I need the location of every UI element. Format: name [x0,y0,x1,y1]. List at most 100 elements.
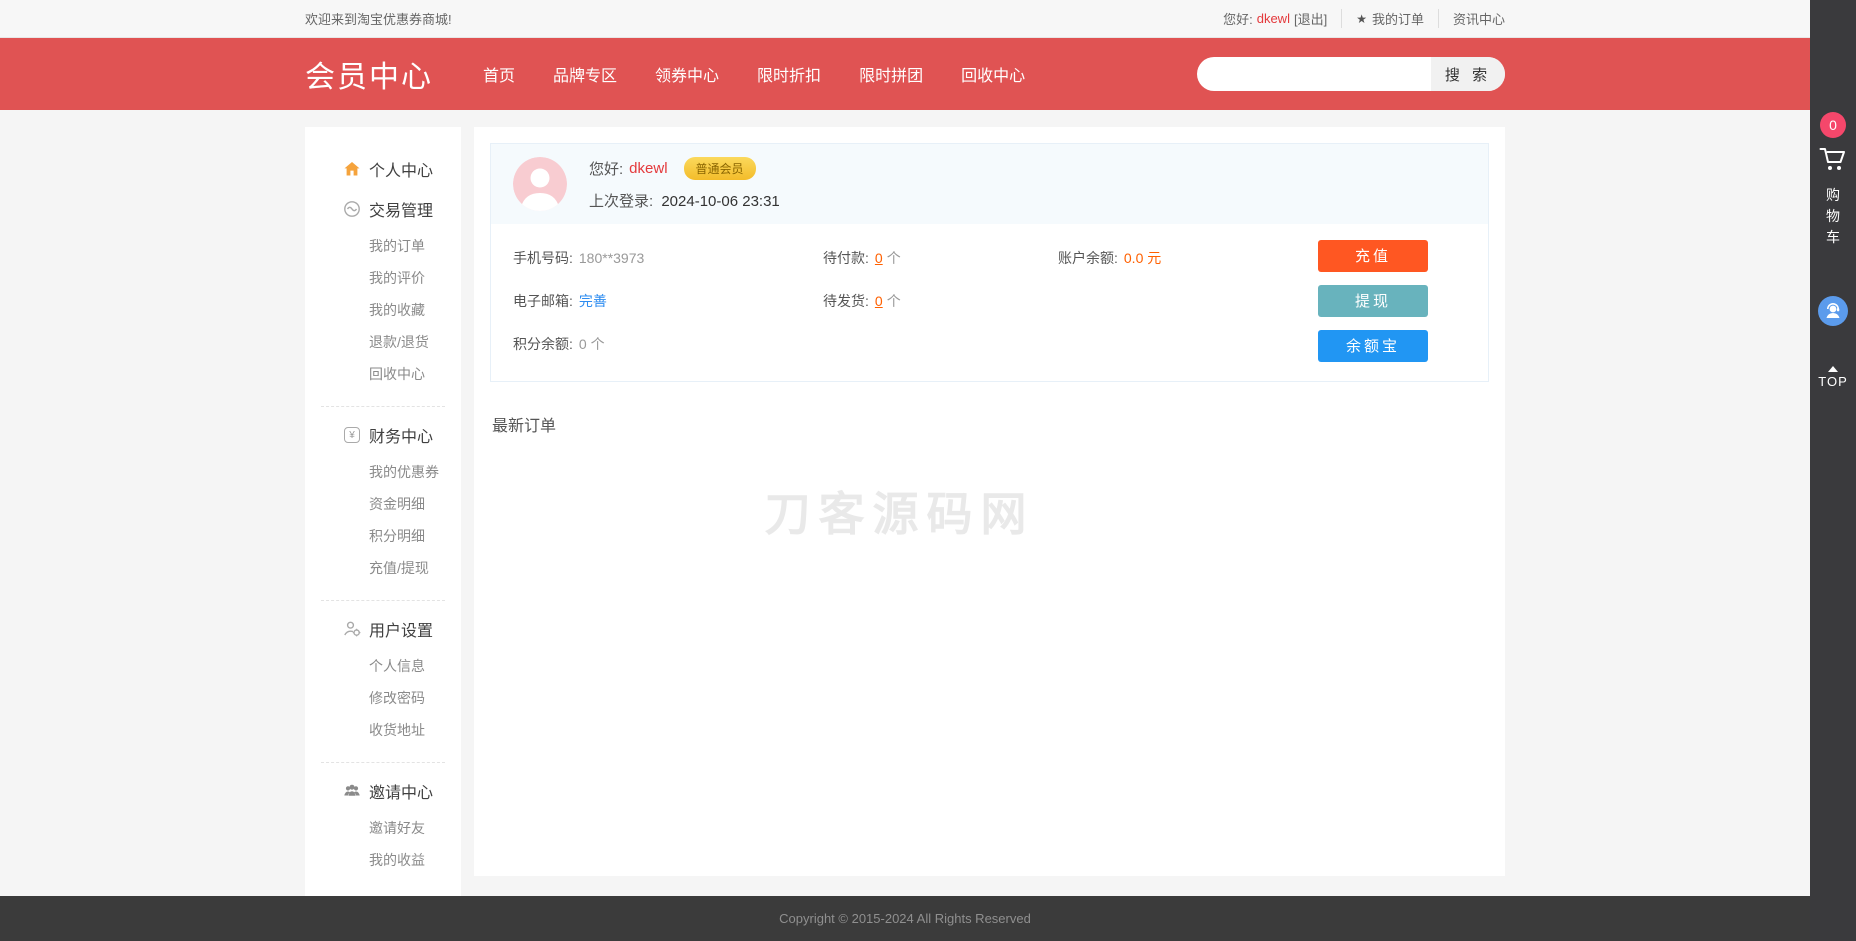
sidebar-item-change-password[interactable]: 修改密码 [305,685,461,712]
sidebar-section-user-settings[interactable]: 用户设置 [305,617,461,641]
email-cell: 电子邮箱: 完善 [513,279,823,322]
sidebar-item-fund-details[interactable]: 资金明细 [305,491,461,518]
points-cell: 积分余额: 0 个 [513,322,823,365]
greeting-block: 您好: dkewl [退出] [1209,9,1341,28]
sidebar-list-trade: 我的订单 我的评价 我的收藏 退款/退货 回收中心 [305,233,461,388]
empty-cell [1058,322,1318,365]
back-to-top-label: TOP [1818,374,1848,389]
email-complete-link[interactable]: 完善 [579,291,607,311]
user-settings-icon [343,620,361,638]
my-orders-label: 我的订单 [1372,9,1424,28]
sidebar-section-finance[interactable]: ¥ 财务中心 [305,423,461,447]
sidebar-item-recycle-center[interactable]: 回收中心 [305,361,461,388]
withdraw-button[interactable]: 提现 [1318,285,1428,317]
page-watermark: 刀客源码网 [490,478,1489,544]
points-label: 积分余额: [513,334,573,354]
user-banner: 您好: dkewl 普通会员 上次登录: 2024-10-06 23:31 [491,144,1488,224]
trade-icon [343,200,361,218]
avatar[interactable] [513,157,567,211]
phone-value: 180**3973 [579,250,644,266]
sidebar: 个人中心 交易管理 我的订单 我的评价 我的收藏 退款/退货 回收中心 ¥ [305,127,461,899]
search-bar: 搜 索 [1197,57,1505,91]
sidebar-item-my-earnings[interactable]: 我的收益 [305,847,461,874]
banner-greeting-prefix: 您好: [589,158,623,179]
logout-link[interactable]: [退出] [1294,9,1327,28]
sidebar-item-my-orders[interactable]: 我的订单 [305,233,461,260]
float-bar: 0 购物车 TOP [1810,0,1856,941]
yuebao-button[interactable]: 余额宝 [1318,330,1428,362]
finance-icon: ¥ [343,426,361,444]
sidebar-divider [321,762,445,763]
star-icon: ★ [1356,12,1367,26]
copyright-text: Copyright © 2015-2024 All Rights Reserve… [779,911,1031,926]
points-value: 0 个 [579,334,605,354]
sidebar-section-personal-center[interactable]: 个人中心 [305,157,461,181]
cart-icon[interactable] [1819,146,1847,177]
empty-cell [823,322,1058,365]
sidebar-divider [321,600,445,601]
sidebar-list-finance: 我的优惠券 资金明细 积分明细 充值/提现 [305,459,461,582]
sidebar-item-points-details[interactable]: 积分明细 [305,523,461,550]
pending-payment-unit: 个 [887,248,901,268]
sidebar-item-refunds[interactable]: 退款/退货 [305,329,461,356]
sidebar-item-my-favorites[interactable]: 我的收藏 [305,297,461,324]
greeting-prefix: 您好: [1223,9,1253,28]
empty-cell [1058,279,1318,322]
username-link[interactable]: dkewl [1257,11,1290,26]
phone-cell: 手机号码: 180**3973 [513,236,823,279]
sidebar-section-trade[interactable]: 交易管理 [305,197,461,221]
phone-label: 手机号码: [513,248,573,268]
sidebar-item-recharge-withdraw[interactable]: 充值/提现 [305,555,461,582]
up-arrow-icon [1828,366,1838,372]
topbar-links: 您好: dkewl [退出] ★ 我的订单 资讯中心 [1209,9,1505,28]
nav-group-buy[interactable]: 限时拼团 [859,62,923,86]
nav-coupon-center[interactable]: 领券中心 [655,62,719,86]
sidebar-section-invite[interactable]: 邀请中心 [305,779,461,803]
pending-shipment-count-link[interactable]: 0 [875,293,883,309]
search-input[interactable] [1197,57,1431,91]
sidebar-item-invite-friends[interactable]: 邀请好友 [305,815,461,842]
sidebar-section-title: 个人中心 [369,157,433,181]
cart-label[interactable]: 购物车 [1826,185,1841,248]
last-login-label: 上次登录: [589,193,653,210]
search-button[interactable]: 搜 索 [1431,57,1505,91]
member-level-badge[interactable]: 普通会员 [684,157,756,180]
last-login-value: 2024-10-06 23:31 [661,193,779,210]
news-center-link[interactable]: 资讯中心 [1438,9,1505,28]
sidebar-section-title: 用户设置 [369,617,433,641]
balance-cell: 账户余额: 0.0 元 [1058,236,1318,279]
banner-username: dkewl [629,160,667,177]
account-actions: 充值 提现 余额宝 [1318,240,1466,362]
sidebar-divider [321,406,445,407]
banner-text: 您好: dkewl 普通会员 上次登录: 2024-10-06 23:31 [589,157,780,211]
site-logo[interactable]: 会员中心 [305,52,433,96]
welcome-text: 欢迎来到淘宝优惠券商城! [305,9,452,28]
nav-brand-zone[interactable]: 品牌专区 [553,62,617,86]
main-panel: 您好: dkewl 普通会员 上次登录: 2024-10-06 23:31 手机… [474,127,1505,876]
sidebar-item-my-coupons[interactable]: 我的优惠券 [305,459,461,486]
balance-value: 0.0 元 [1124,248,1161,268]
email-label: 电子邮箱: [513,291,573,311]
nav-recycle-center[interactable]: 回收中心 [961,62,1025,86]
cart-count-badge[interactable]: 0 [1820,112,1846,138]
sidebar-item-profile[interactable]: 个人信息 [305,653,461,680]
sidebar-item-my-reviews[interactable]: 我的评价 [305,265,461,292]
back-to-top-button[interactable]: TOP [1818,366,1848,389]
account-info-card: 您好: dkewl 普通会员 上次登录: 2024-10-06 23:31 手机… [490,143,1489,382]
nav-flash-discount[interactable]: 限时折扣 [757,62,821,86]
account-grid: 手机号码: 180**3973 待付款: 0 个 账户余额: 0.0 元 电 [491,224,1488,381]
topbar: 欢迎来到淘宝优惠券商城! 您好: dkewl [退出] ★ 我的订单 资讯中心 [0,0,1810,38]
sidebar-section-title: 交易管理 [369,197,433,221]
content: 个人中心 交易管理 我的订单 我的评价 我的收藏 退款/退货 回收中心 ¥ [305,127,1505,899]
news-label: 资讯中心 [1453,9,1505,28]
main-header: 会员中心 首页 品牌专区 领券中心 限时折扣 限时拼团 回收中心 搜 索 [0,38,1810,110]
customer-service-button[interactable] [1818,296,1848,326]
pending-payment-count-link[interactable]: 0 [875,250,883,266]
sidebar-item-shipping-address[interactable]: 收货地址 [305,717,461,744]
nav-home[interactable]: 首页 [483,62,515,86]
recharge-button[interactable]: 充值 [1318,240,1428,272]
pending-shipment-cell: 待发货: 0 个 [823,279,1058,322]
home-icon [343,160,361,178]
sidebar-list-user-settings: 个人信息 修改密码 收货地址 [305,653,461,744]
my-orders-link[interactable]: ★ 我的订单 [1341,9,1438,28]
